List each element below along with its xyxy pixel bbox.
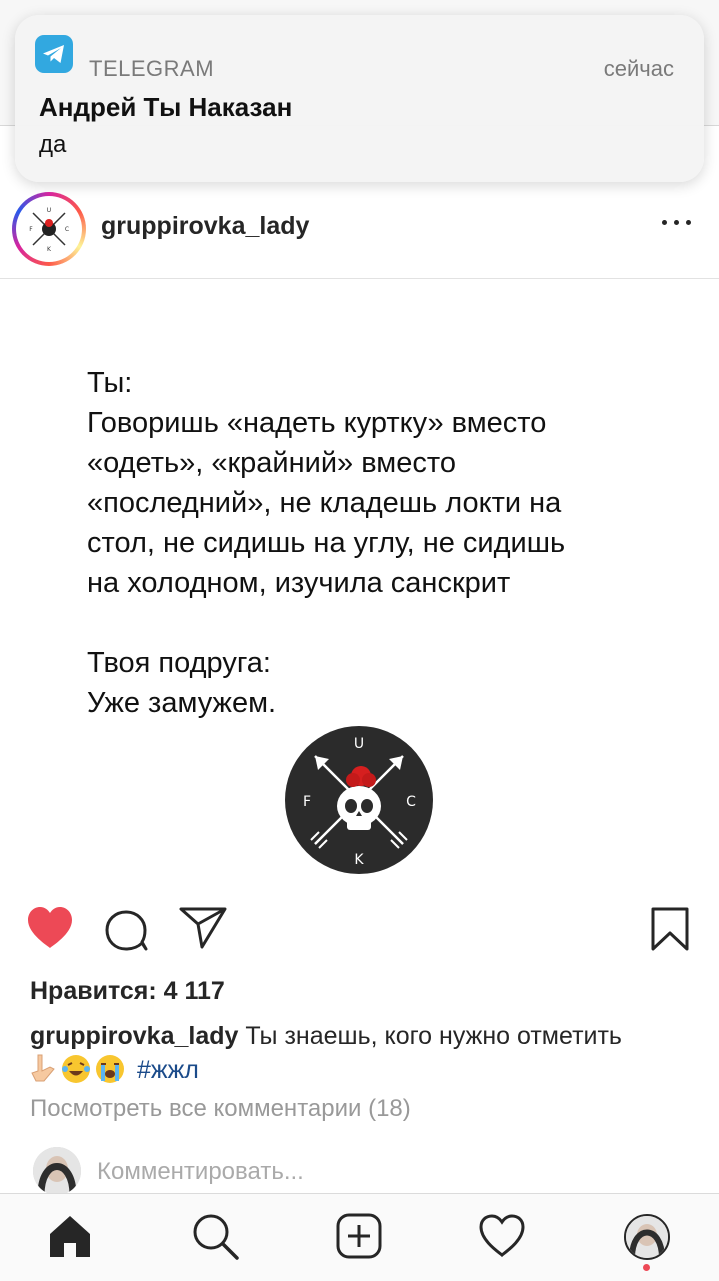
logo-letter-right: C	[406, 794, 416, 810]
home-icon[interactable]	[46, 1212, 94, 1260]
dot	[662, 220, 667, 225]
my-avatar	[33, 1147, 81, 1195]
search-icon[interactable]	[191, 1212, 239, 1260]
notification-title: Андрей Ты Наказан	[39, 92, 293, 122]
hashtag-link[interactable]: #жжл	[137, 1056, 199, 1084]
new-post-icon[interactable]	[335, 1212, 383, 1260]
notification-message: да	[39, 131, 67, 158]
notification-time: сейчас	[603, 56, 674, 81]
logo-letter-bottom: K	[47, 246, 52, 253]
like-heart-icon[interactable]	[26, 906, 74, 950]
dot	[674, 220, 679, 225]
share-icon[interactable]	[178, 906, 228, 950]
notification-dot	[643, 1264, 650, 1271]
notification-app-name: TELEGRAM	[89, 56, 215, 81]
ufck-logo-icon: U F C K	[21, 201, 77, 257]
post-caption: gruppirovka_lady Ты знаешь, кого нужно о…	[30, 1020, 700, 1087]
telegram-icon	[35, 35, 73, 73]
telegram-notification[interactable]: TELEGRAM сейчас Андрей Ты Наказан да	[15, 15, 704, 182]
loudly-crying-emoji	[96, 1055, 124, 1083]
image-text-line: Ты:	[87, 367, 133, 399]
bookmark-icon[interactable]	[650, 906, 690, 952]
dot	[686, 220, 691, 225]
image-text-line: «последний», не кладешь локти на	[87, 487, 562, 519]
image-text-line: стол, не сидишь на углу, не сидишь	[87, 527, 566, 559]
add-comment-input[interactable]: Комментировать...	[97, 1158, 304, 1186]
caption-text: Ты знаешь, кого нужно отметить	[245, 1022, 622, 1050]
laughing-crying-emoji	[62, 1055, 90, 1083]
ufck-post-logo-icon: U F C K	[285, 726, 433, 874]
post-image-text: Ты: Говоришь «надеть куртку» вместо «оде…	[87, 363, 687, 723]
image-text-line: Говоришь «надеть куртку» вместо	[87, 407, 547, 439]
image-text-line: «одеть», «крайний» вместо	[87, 447, 456, 479]
caption-username[interactable]: gruppirovka_lady	[30, 1022, 238, 1050]
logo-letter-bottom: K	[354, 852, 364, 868]
pointing-down-emoji	[30, 1053, 56, 1082]
post-username[interactable]: gruppirovka_lady	[101, 212, 309, 241]
image-text-line: на холодном, изучила санскрит	[87, 567, 511, 599]
comment-icon[interactable]	[104, 909, 150, 951]
logo-letter-left: F	[303, 794, 311, 810]
logo-letter-top: U	[47, 207, 51, 214]
view-all-comments-link[interactable]: Посмотреть все комментарии (18)	[30, 1095, 411, 1123]
logo-letter-left: F	[29, 226, 33, 233]
image-text-line: Твоя подруга:	[87, 647, 271, 679]
image-text-line: Уже замужем.	[87, 687, 277, 719]
profile-avatar[interactable]	[624, 1214, 670, 1260]
divider	[0, 278, 719, 279]
post-author-avatar[interactable]: U F C K	[12, 192, 86, 266]
more-options-icon[interactable]	[660, 212, 694, 232]
bottom-tab-bar	[0, 1193, 719, 1281]
activity-heart-icon[interactable]	[478, 1212, 526, 1260]
logo-letter-top: U	[354, 736, 364, 752]
like-count[interactable]: Нравится: 4 117	[30, 977, 225, 1006]
logo-letter-right: C	[65, 226, 69, 233]
